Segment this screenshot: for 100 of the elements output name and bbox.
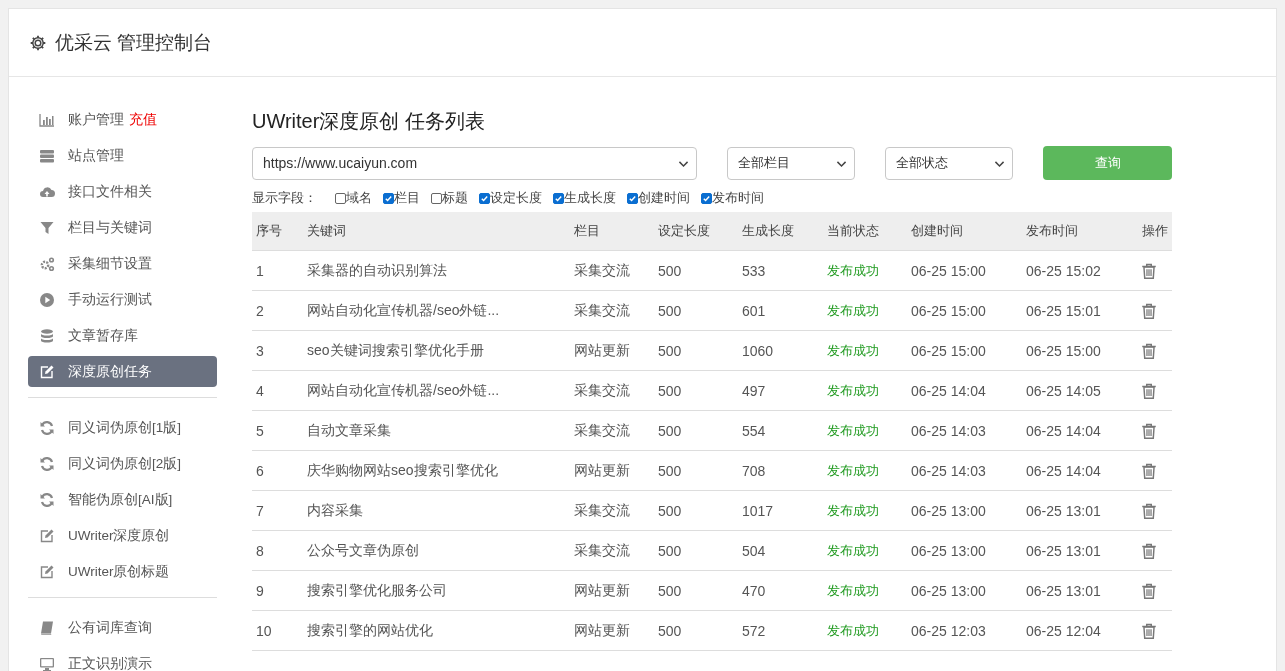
table-cell-text: 7 <box>255 502 265 519</box>
sidebar-item[interactable]: 站点管理 <box>28 140 217 171</box>
table-cell-text: 500 <box>657 502 683 519</box>
delete-button[interactable] <box>1140 501 1158 520</box>
status-text: 发布成功 <box>826 261 880 280</box>
column-header: 操作 <box>1141 222 1169 240</box>
table-cell-text: 采集交流 <box>573 501 631 520</box>
table-cell-text: 497 <box>741 382 767 399</box>
table-cell-text: 5 <box>255 422 265 439</box>
column-header: 生成长度 <box>741 222 795 240</box>
column-header: 栏目 <box>573 222 601 240</box>
table-cell-text: 708 <box>741 462 767 479</box>
table-cell-text: 网站更新 <box>573 581 631 600</box>
table-cell-text: 公众号文章伪原创 <box>306 541 420 560</box>
table-cell-text: 8 <box>255 542 265 559</box>
table-cell-text: 500 <box>657 262 683 279</box>
sidebar-item[interactable]: 同义词伪原创[2版] <box>28 448 217 479</box>
sidebar-item[interactable]: 文章暂存库 <box>28 320 217 351</box>
table-cell-text: 500 <box>657 582 683 599</box>
status-text: 发布成功 <box>826 301 880 320</box>
checkmark-icon <box>628 193 637 203</box>
delete-button[interactable] <box>1140 341 1158 360</box>
filter-icon <box>39 219 55 236</box>
table-cell-text: 06-25 14:04 <box>910 382 987 399</box>
table-cell-text: 500 <box>657 462 683 479</box>
delete-button[interactable] <box>1140 461 1158 480</box>
delete-button[interactable] <box>1140 421 1158 440</box>
sidebar-item[interactable]: 接口文件相关 <box>28 176 217 207</box>
sidebar-item[interactable]: UWriter深度原创 <box>28 520 217 551</box>
trash-icon <box>1140 261 1158 280</box>
field-checkbox[interactable]: 生成长度 <box>553 189 616 207</box>
table-cell-text: 采集交流 <box>573 541 631 560</box>
delete-button[interactable] <box>1140 381 1158 400</box>
column-header: 设定长度 <box>657 222 711 240</box>
table-cell-text: 1 <box>255 262 265 279</box>
sidebar-item[interactable]: 采集细节设置 <box>28 248 217 279</box>
table-cell-text: 06-25 15:00 <box>910 302 987 319</box>
delete-button[interactable] <box>1140 301 1158 320</box>
field-checkbox[interactable]: 发布时间 <box>701 189 764 207</box>
status-text: 发布成功 <box>826 501 880 520</box>
table-cell-text: 06-25 15:00 <box>910 342 987 359</box>
table-cell-text: 06-25 14:04 <box>1025 422 1102 439</box>
site-dropdown[interactable]: https://www.ucaiyun.com <box>252 146 697 180</box>
sidebar-item[interactable]: 栏目与关键词 <box>28 212 217 243</box>
delete-button[interactable] <box>1140 261 1158 280</box>
table-cell-text: 06-25 14:03 <box>910 422 987 439</box>
table-cell-text: 采集器的自动识别算法 <box>306 261 448 280</box>
trash-icon <box>1140 501 1158 520</box>
sidebar-item[interactable]: UWriter原创标题 <box>28 556 217 587</box>
trash-icon <box>1140 301 1158 320</box>
table-cell-text: 采集交流 <box>573 261 631 280</box>
table-cell-text: 9 <box>255 582 265 599</box>
status-text: 发布成功 <box>826 541 880 560</box>
sidebar-item[interactable]: 深度原创任务 <box>28 356 217 387</box>
column-dropdown[interactable]: 全部栏目 <box>727 146 855 180</box>
table-cell-text: 搜索引擎的网站优化 <box>306 621 434 640</box>
table-cell-text: 庆华购物网站seo搜索引擎优化 <box>306 461 499 480</box>
sidebar-item[interactable]: 正文识别演示 <box>28 648 217 671</box>
edit-icon <box>39 563 55 580</box>
field-checkbox[interactable]: 标题 <box>431 189 468 207</box>
delete-button[interactable] <box>1140 621 1158 640</box>
table-cell-text: 06-25 13:00 <box>910 582 987 599</box>
table-cell-text: 572 <box>741 622 767 639</box>
field-checkbox[interactable]: 域名 <box>335 189 372 207</box>
sidebar-item[interactable]: 公有词库查询 <box>28 612 217 643</box>
table-cell-text: 06-25 14:05 <box>1025 382 1102 399</box>
table-cell-text: 601 <box>741 302 767 319</box>
edit-icon <box>39 527 55 544</box>
book-icon <box>39 619 55 636</box>
trash-icon <box>1140 621 1158 640</box>
recharge-link[interactable]: 充值 <box>129 110 157 129</box>
table-cell-text: 06-25 13:01 <box>1025 502 1102 519</box>
table-cell-text: 网站自动化宣传机器/seo外链... <box>306 381 501 400</box>
gears-icon <box>39 255 55 272</box>
table-cell-text: 网站更新 <box>573 461 631 480</box>
table-cell-text: 554 <box>741 422 767 439</box>
delete-button[interactable] <box>1140 581 1158 600</box>
delete-button[interactable] <box>1140 541 1158 560</box>
sidebar-item[interactable]: 账户管理 充值 <box>28 104 217 135</box>
sidebar-item[interactable]: 同义词伪原创[1版] <box>28 412 217 443</box>
sidebar-item[interactable]: 手动运行测试 <box>28 284 217 315</box>
table-cell-text: 采集交流 <box>573 301 631 320</box>
table-cell-text: 06-25 15:00 <box>910 262 987 279</box>
trash-icon <box>1140 541 1158 560</box>
field-checkbox[interactable]: 创建时间 <box>627 189 690 207</box>
table-cell-text: 500 <box>657 302 683 319</box>
status-dropdown[interactable]: 全部状态 <box>885 146 1013 180</box>
table-cell-text: 06-25 13:01 <box>1025 542 1102 559</box>
status-text: 发布成功 <box>826 581 880 600</box>
table-cell-text: 06-25 13:00 <box>910 502 987 519</box>
checkmark-icon <box>554 193 563 203</box>
gear-icon <box>29 33 47 52</box>
table-cell-text: 06-25 15:01 <box>1025 302 1102 319</box>
table-cell-text: seo关键词搜索引擎优化手册 <box>306 341 485 360</box>
field-checkbox[interactable]: 栏目 <box>383 189 420 207</box>
edit-icon <box>39 363 55 380</box>
trash-icon <box>1140 381 1158 400</box>
sidebar-item[interactable]: 智能伪原创[AI版] <box>28 484 217 515</box>
field-checkbox[interactable]: 设定长度 <box>479 189 542 207</box>
status-text: 发布成功 <box>826 341 880 360</box>
